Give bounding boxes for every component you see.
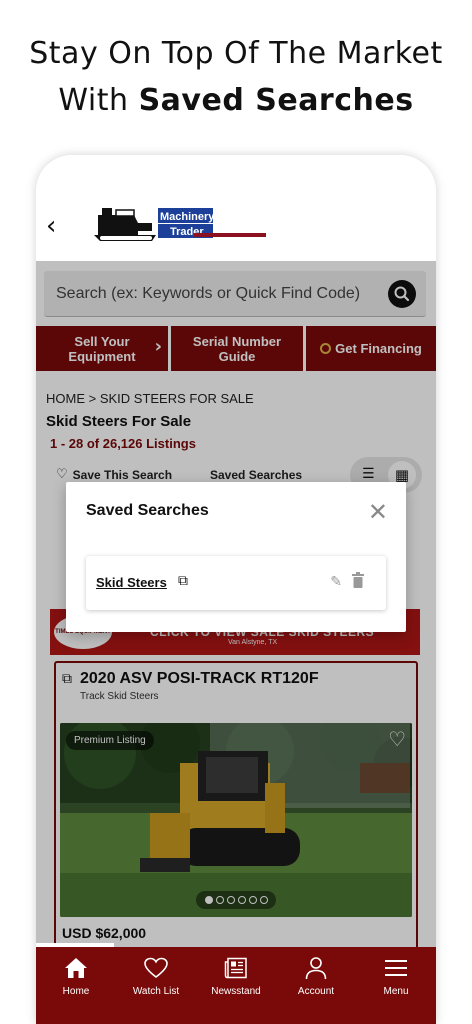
- phone-frame: ‹ Machinery Trader Sell YourEquipment ›: [36, 155, 436, 1024]
- external-link-icon[interactable]: ⧉: [178, 573, 188, 589]
- tab-home[interactable]: Home: [36, 947, 116, 1024]
- marketing-headline: Stay On Top Of The Market With Saved Sea…: [0, 30, 472, 124]
- saved-search-item[interactable]: Skid Steers ⧉ ✎: [86, 556, 386, 610]
- tab-label: Menu: [383, 986, 409, 997]
- headline-line-2: With Saved Searches: [0, 77, 472, 124]
- app-header: ‹ Machinery Trader: [36, 155, 436, 261]
- tab-label: Account: [297, 986, 335, 997]
- tab-account[interactable]: Account: [276, 947, 356, 1024]
- headline-line-1: Stay On Top Of The Market: [29, 36, 443, 71]
- home-icon: [36, 955, 116, 981]
- saved-searches-modal: Saved Searches ✕ Skid Steers ⧉ ✎: [66, 482, 406, 632]
- tab-label: Watch List: [132, 986, 180, 997]
- newspaper-icon: [196, 955, 276, 981]
- menu-icon: [356, 955, 436, 981]
- tab-menu[interactable]: Menu: [356, 947, 436, 1024]
- close-icon[interactable]: ✕: [368, 500, 388, 524]
- modal-backdrop[interactable]: [36, 261, 436, 1024]
- modal-title: Saved Searches: [86, 502, 209, 519]
- saved-search-name[interactable]: Skid Steers: [96, 575, 167, 590]
- chevron-left-icon[interactable]: ‹: [46, 213, 68, 241]
- bottom-tab-bar: Home Watch List Newsstand Account Menu: [36, 947, 436, 1024]
- headline-prefix: With: [58, 83, 139, 118]
- tab-watch-list[interactable]: Watch List: [116, 947, 196, 1024]
- trash-icon[interactable]: [352, 572, 364, 588]
- headline-bold: Saved Searches: [138, 83, 414, 118]
- tab-label: Newsstand: [211, 986, 261, 997]
- tab-newsstand[interactable]: Newsstand: [196, 947, 276, 1024]
- pencil-icon[interactable]: ✎: [330, 574, 342, 590]
- logo-text-machinery: Machinery: [160, 211, 215, 223]
- user-icon: [276, 955, 356, 981]
- tab-label: Home: [62, 986, 90, 997]
- heart-icon: [116, 955, 196, 981]
- machinery-trader-logo[interactable]: Machinery Trader: [94, 205, 269, 249]
